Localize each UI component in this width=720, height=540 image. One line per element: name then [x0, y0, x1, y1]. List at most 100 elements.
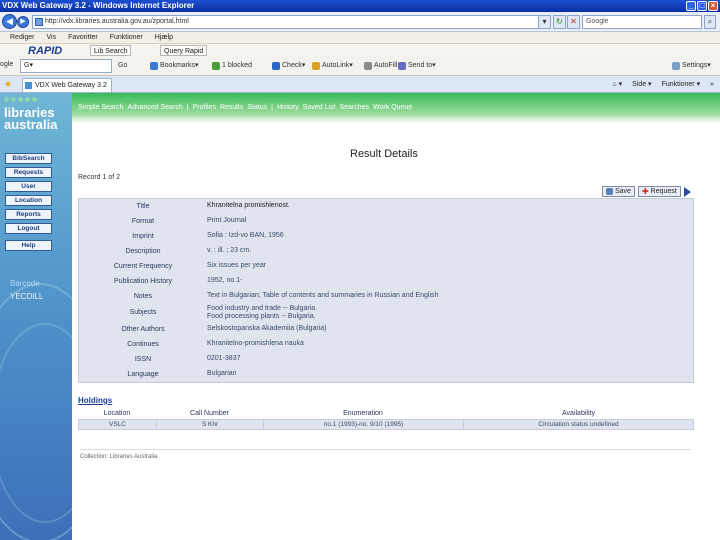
abc-check-icon	[272, 62, 280, 70]
collection-footer: Collection: Libraries Australia	[80, 449, 690, 460]
nav-status[interactable]: Status	[247, 104, 267, 111]
send-icon	[398, 62, 406, 70]
close-button[interactable]: ×	[708, 1, 718, 11]
detail-value: 0201-3837	[207, 355, 241, 362]
detail-value: Selskostopanska Akademiia (Bulgaria)	[207, 325, 327, 332]
detail-row-title: Title Khranitelna promishlenost.	[79, 199, 693, 214]
sidebar-reports-button[interactable]: Reports	[5, 209, 52, 220]
next-record-arrow-icon[interactable]	[683, 187, 691, 197]
barcode-label: Barcode	[10, 279, 40, 288]
detail-value: Print Journal	[207, 217, 247, 224]
forward-button[interactable]: ▶	[17, 16, 29, 28]
sidebar-user-button[interactable]: User	[5, 181, 52, 192]
nav-work-queue[interactable]: Work Queue	[373, 104, 412, 111]
sidebar-logout-button[interactable]: Logout	[5, 223, 52, 234]
more-commands-button[interactable]: »	[710, 79, 714, 90]
main-panel: Result Details Record 1 of 2 Save ✚ Requ…	[72, 123, 720, 540]
google-go-button[interactable]: Go	[118, 61, 127, 71]
sidebar-bibsearch-button[interactable]: BibSearch	[5, 153, 52, 164]
barcode-value: YECDILL	[10, 292, 44, 301]
address-dropdown-button[interactable]: ▾	[538, 15, 551, 29]
send-to-label: Send to▾	[408, 62, 436, 69]
refresh-button[interactable]: ↻	[553, 15, 566, 29]
page-icon	[35, 18, 43, 26]
table-row[interactable]: VSLC S Khr no.1 (1993)-no. 9/10 (1995) C…	[78, 419, 694, 430]
column-header-availability: Availability	[562, 410, 595, 417]
holding-location: VSLC	[79, 420, 157, 429]
search-icon[interactable]: ⌕	[704, 15, 716, 29]
page-content: libraries australia BibSearch Requests U…	[0, 93, 720, 540]
tab-favicon-icon	[25, 82, 32, 89]
sidebar-requests-button[interactable]: Requests	[5, 167, 52, 178]
menu-item-tools[interactable]: Funktioner	[110, 32, 143, 43]
window-controls: _ □ ×	[686, 1, 718, 11]
bookmarks-button[interactable]: Bookmarks▾	[150, 61, 199, 71]
detail-value: Six issues per year	[207, 262, 267, 269]
holdings-table: Location Call Number Enumeration Availab…	[78, 409, 694, 430]
popup-blocked-button[interactable]: 1 blocked	[212, 61, 252, 71]
send-to-button[interactable]: Send to▾	[398, 61, 436, 71]
libraries-australia-logo: libraries australia	[4, 106, 58, 132]
tab-vdx-gateway[interactable]: VDX Web Gateway 3.2	[22, 78, 112, 92]
autolink-button[interactable]: AutoLink▾	[312, 61, 353, 71]
menu-item-edit[interactable]: Rediger	[10, 32, 35, 43]
detail-label: Continues	[127, 341, 159, 348]
nav-profiles[interactable]: Profiles	[193, 104, 216, 111]
sidebar-help-button[interactable]: Help	[5, 240, 52, 251]
nav-results[interactable]: Results	[220, 104, 243, 111]
detail-value: Khranitelna promishlenost.	[207, 202, 290, 209]
popup-blocker-icon	[212, 62, 220, 70]
nav-simple-search[interactable]: Simple Search	[78, 104, 124, 111]
stop-button[interactable]: ✕	[567, 15, 580, 29]
detail-label: Imprint	[132, 233, 154, 240]
go-label: Go	[118, 62, 128, 69]
top-navigation-bar: Simple Search Advanced Search | Profiles …	[72, 93, 720, 123]
favorites-star-icon[interactable]: ★	[4, 79, 12, 90]
page-menu-button[interactable]: Side ▾	[632, 79, 651, 90]
nav-searches[interactable]: Searches	[339, 104, 369, 111]
google-toolbar: ogle G▾ Go Bookmarks▾ 1 blocked Check▾ A…	[0, 56, 720, 76]
check-label: Check▾	[282, 62, 306, 69]
detail-row-imprint: Imprint Sofia : Izd-vo BAN, 1956	[79, 229, 693, 244]
sidebar-location-button[interactable]: Location	[5, 195, 52, 206]
rapid-toolbar: RAPID Lib Search Query Rapid	[0, 43, 720, 57]
autolink-label: AutoLink▾	[322, 62, 353, 69]
detail-value: v. : ill. ; 23 cm.	[207, 247, 252, 254]
home-button[interactable]: ⌂ ▾	[612, 79, 622, 90]
search-input[interactable]: Google	[582, 15, 702, 29]
menu-item-view[interactable]: Vis	[47, 32, 57, 43]
settings-button[interactable]: Settings▾	[672, 61, 711, 71]
nav-advanced-search[interactable]: Advanced Search	[128, 104, 183, 111]
autofill-label: AutoFill	[374, 62, 398, 69]
autofill-button[interactable]: AutoFill	[364, 61, 397, 71]
request-label: Request	[650, 188, 677, 195]
spellcheck-button[interactable]: Check▾	[272, 61, 305, 71]
column-header-location: Location	[103, 410, 131, 417]
detail-value: Food industry and trade -- Bulgaria. Foo…	[207, 304, 693, 322]
menu-item-favorites[interactable]: Favoritter	[68, 32, 98, 43]
decorative-swirl	[0, 323, 72, 523]
detail-value: 1952, no.1-	[207, 277, 243, 284]
detail-row-description: Description v. : ill. ; 23 cm.	[79, 244, 693, 259]
back-button[interactable]: ◀	[2, 14, 17, 29]
nav-history[interactable]: History	[277, 104, 299, 111]
record-counter: Record 1 of 2	[78, 174, 121, 181]
maximize-button[interactable]: □	[697, 1, 707, 11]
request-button[interactable]: ✚ Request	[637, 186, 681, 197]
url-input[interactable]: http://vdx.libraries.australia.gov.au/zp…	[32, 15, 548, 29]
google-search-input[interactable]: G▾	[20, 59, 112, 73]
nav-saved-list[interactable]: Saved List	[303, 104, 336, 111]
detail-row-continues: Continues Khranitelno-promishlena nauka	[79, 337, 693, 352]
menu-item-help[interactable]: Hjælp	[155, 32, 173, 43]
lib-search-button[interactable]: Lib Search	[90, 45, 132, 56]
logo-line-2: australia	[4, 117, 58, 132]
subject-link[interactable]: Food processing plants -- Bulgaria.	[207, 313, 693, 321]
detail-label: Publication History	[114, 278, 172, 285]
minimize-button[interactable]: _	[686, 1, 696, 11]
query-rapid-button[interactable]: Query Rapid	[160, 45, 208, 56]
subject-link[interactable]: Food industry and trade -- Bulgaria.	[207, 305, 693, 313]
holdings-heading[interactable]: Holdings	[78, 396, 112, 405]
tools-menu-button[interactable]: Funktioner ▾	[662, 79, 701, 90]
save-button[interactable]: Save	[602, 186, 635, 197]
plus-icon: ✚	[641, 187, 649, 196]
